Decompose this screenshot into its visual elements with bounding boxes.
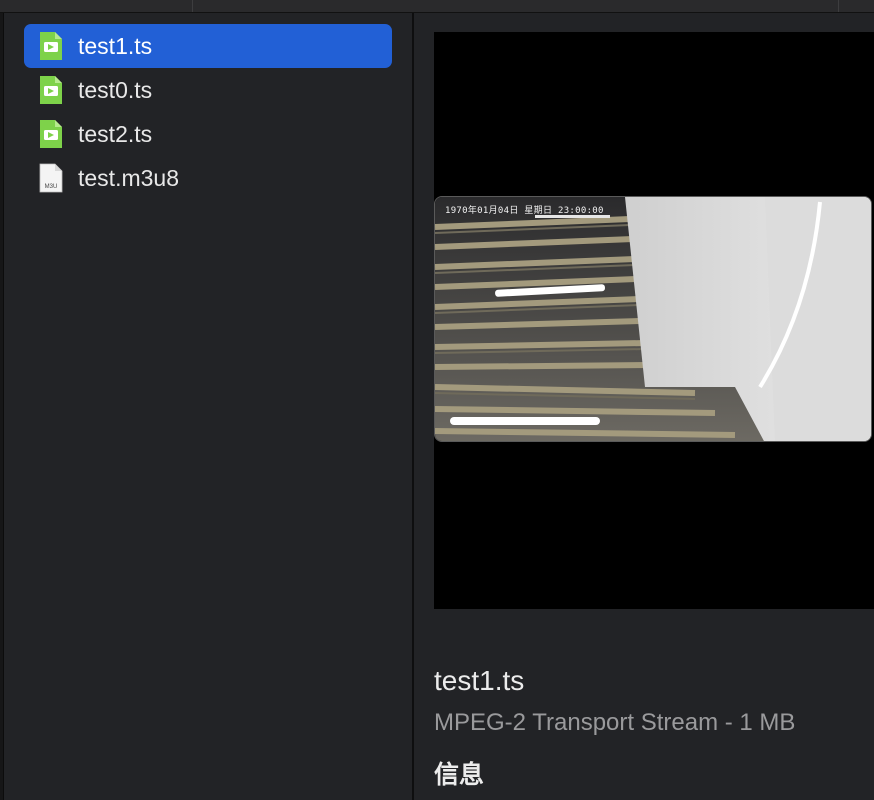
preview-title: test1.ts	[434, 665, 525, 696]
video-file-icon	[40, 76, 62, 104]
video-frame-image	[435, 197, 871, 441]
toolbar-segment	[192, 0, 838, 12]
info-section-header: 信息	[434, 761, 485, 789]
video-file-icon	[40, 32, 62, 60]
video-thumbnail: 1970年01月04日 星期日 23:00:00	[434, 196, 872, 442]
preview-subtitle: MPEG-2 Transport Stream - 1 MB	[434, 709, 796, 736]
m3u-icon-label: M3U	[45, 184, 58, 190]
file-row-test0-ts[interactable]: test0.ts	[24, 68, 392, 112]
file-row-test-m3u8[interactable]: M3U test.m3u8	[24, 156, 392, 200]
file-name: test0.ts	[78, 76, 153, 103]
file-name: test1.ts	[78, 32, 153, 59]
column-scrollbar[interactable]	[0, 13, 4, 800]
file-name: test2.ts	[78, 120, 153, 147]
toolbar-strip	[0, 0, 874, 13]
file-name: test.m3u8	[78, 164, 179, 191]
m3u-file-icon: M3U	[39, 163, 63, 193]
preview-pane: 1970年01月04日 星期日 23:00:00 test1.ts MPEG-2…	[414, 13, 874, 800]
video-file-icon	[40, 120, 62, 148]
file-row-test2-ts[interactable]: test2.ts	[24, 112, 392, 156]
finder-window: test1.ts test0.ts test2.ts M3U test.m3u8…	[0, 0, 874, 800]
video-preview[interactable]: 1970年01月04日 星期日 23:00:00	[434, 32, 874, 609]
video-timestamp-overlay: 1970年01月04日 星期日 23:00:00	[445, 206, 604, 216]
file-row-test1-ts[interactable]: test1.ts	[24, 24, 392, 68]
toolbar-segment	[838, 0, 874, 12]
file-list-column: test1.ts test0.ts test2.ts M3U test.m3u8	[5, 13, 412, 800]
